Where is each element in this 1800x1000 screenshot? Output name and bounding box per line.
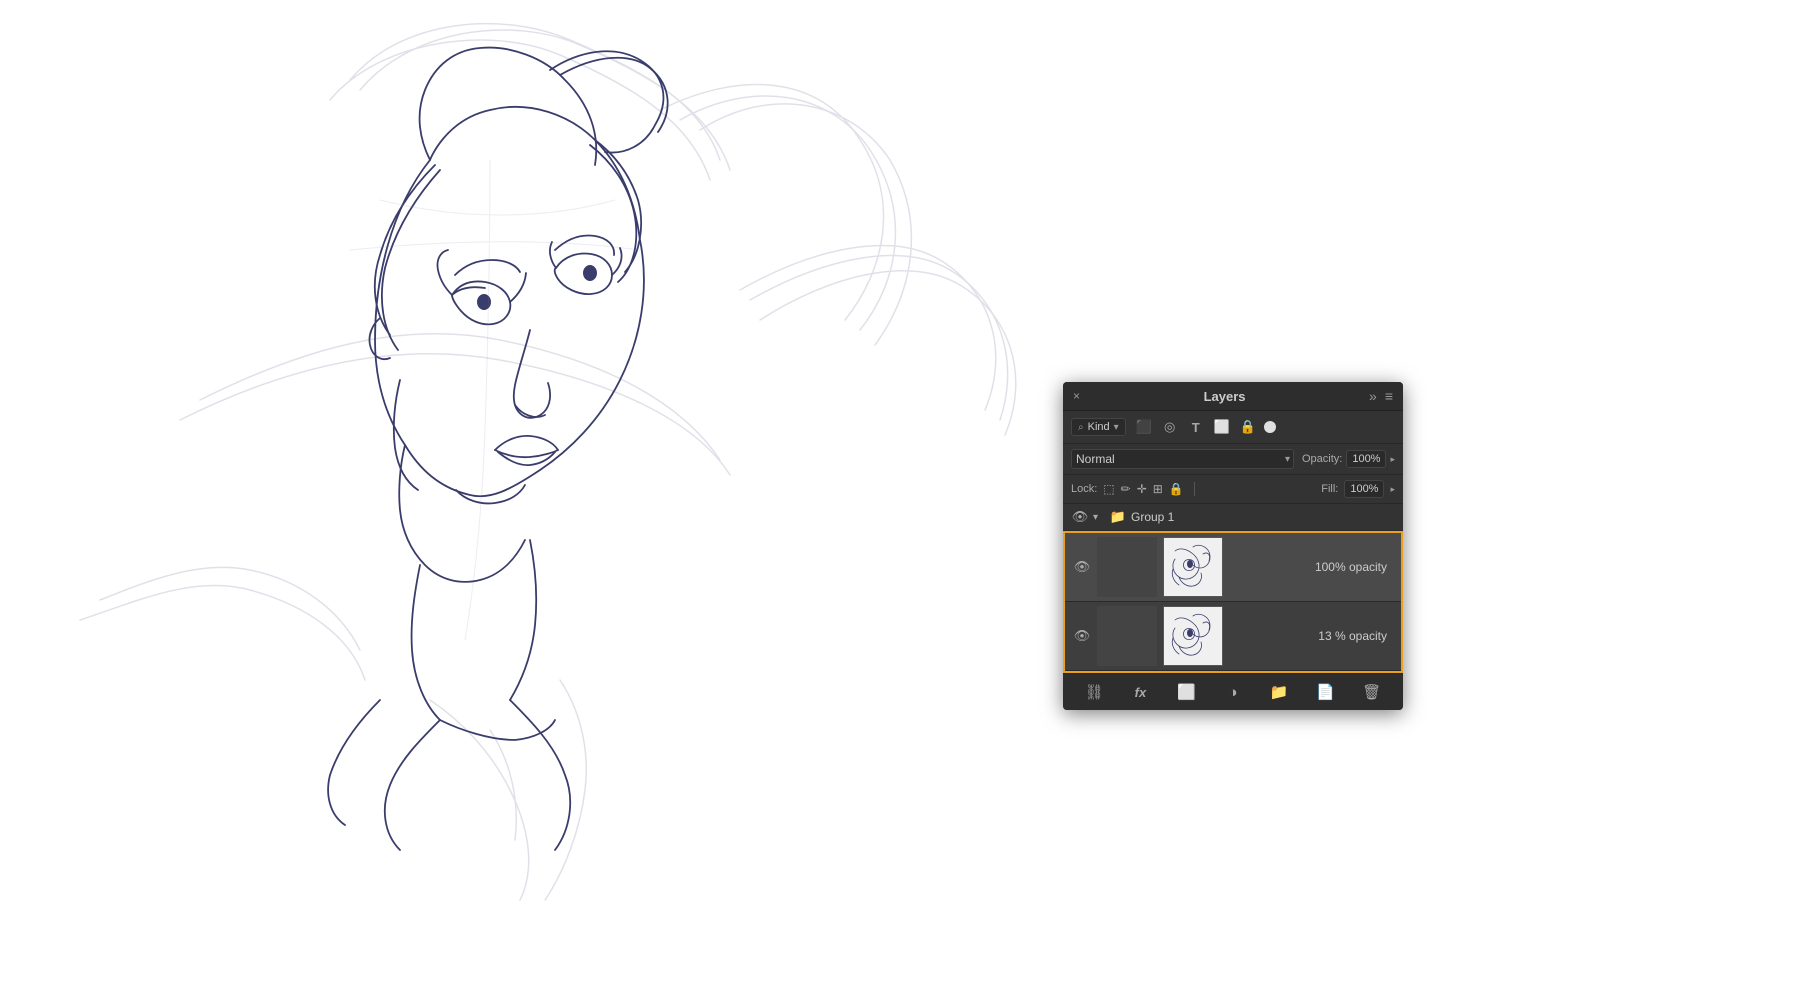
- lock-row: Lock: ⬚ ✏ ✛ ⊞ 🔒 Fill: 100% ▸: [1063, 475, 1403, 504]
- opacity-value[interactable]: 100%: [1346, 450, 1386, 468]
- blend-mode-row: Normal Multiply Screen Overlay Opacity: …: [1063, 444, 1403, 475]
- fill-label: Fill:: [1321, 483, 1338, 495]
- smart-filter-icon[interactable]: 🔒: [1238, 417, 1258, 437]
- type-filter-icon[interactable]: T: [1186, 417, 1206, 437]
- sketch-artwork: [0, 0, 1060, 1000]
- opacity-label: Opacity:: [1302, 453, 1342, 465]
- lock-all-icon[interactable]: 🔒: [1169, 482, 1184, 496]
- layer-item[interactable]: 👁 100% opacity: [1065, 533, 1401, 602]
- lock-move-icon[interactable]: ✛: [1137, 482, 1147, 496]
- filter-type-icons: ⬛ ◎ T ⬜ 🔒: [1134, 417, 1276, 437]
- filter-kind-label: Kind: [1088, 421, 1110, 433]
- panel-menu-button[interactable]: ≡: [1385, 388, 1393, 404]
- group-container: 👁 100% opacity 👁: [1063, 531, 1403, 673]
- group-name-label: Group 1: [1131, 510, 1395, 524]
- search-icon: ⌕: [1078, 422, 1084, 433]
- fill-arrow: ▸: [1390, 484, 1395, 495]
- layer2-thumbnail: [1163, 606, 1223, 666]
- delete-layer-icon[interactable]: 🗑: [1360, 680, 1384, 704]
- color-filter-circle[interactable]: [1264, 421, 1276, 433]
- group-folder-icon: 📁: [1109, 509, 1127, 525]
- lock-transparent-icon[interactable]: ⬚: [1103, 482, 1114, 496]
- panel-collapse-button[interactable]: »: [1369, 388, 1377, 404]
- layer2-visibility-icon[interactable]: 👁: [1073, 628, 1091, 644]
- panel-header: × Layers » ≡: [1063, 382, 1403, 411]
- link-layers-icon[interactable]: ⛓: [1082, 680, 1106, 704]
- blend-mode-select[interactable]: Normal Multiply Screen Overlay: [1071, 449, 1294, 469]
- panel-title: Layers: [1204, 389, 1246, 404]
- opacity-arrow: ▸: [1390, 454, 1395, 465]
- lock-paint-icon[interactable]: ✏: [1121, 482, 1131, 496]
- layer1-thumbnail: [1163, 537, 1223, 597]
- blend-mode-selector[interactable]: Normal Multiply Screen Overlay: [1071, 449, 1294, 469]
- group-visibility-icon[interactable]: 👁: [1071, 509, 1089, 525]
- shape-filter-icon[interactable]: ⬜: [1212, 417, 1232, 437]
- panel-header-controls: » ≡: [1369, 388, 1393, 404]
- layer2-bg-area: [1097, 606, 1157, 666]
- lock-artboard-icon[interactable]: ⊞: [1153, 482, 1163, 496]
- fx-icon[interactable]: fx: [1128, 680, 1152, 704]
- panel-footer: ⛓ fx ⬜ ◑ 📁 📄 🗑: [1063, 673, 1403, 710]
- group-expand-arrow[interactable]: ▾: [1093, 512, 1105, 523]
- canvas-area: [0, 0, 1800, 1000]
- fill-value[interactable]: 100%: [1344, 480, 1384, 498]
- layer2-opacity-label: 13 % opacity: [1229, 629, 1393, 643]
- lock-label: Lock:: [1071, 483, 1097, 495]
- adjustment-filter-icon[interactable]: ◎: [1160, 417, 1180, 437]
- filter-kind-arrow: ▾: [1114, 422, 1119, 433]
- layer1-visibility-icon[interactable]: 👁: [1073, 559, 1091, 575]
- filter-search-box[interactable]: ⌕ Kind ▾: [1071, 418, 1126, 436]
- layer1-bg-area: [1097, 537, 1157, 597]
- add-mask-icon[interactable]: ⬜: [1175, 680, 1199, 704]
- group-row[interactable]: 👁 ▾ 📁 Group 1: [1063, 504, 1403, 531]
- layer-list: 👁 ▾ 📁 Group 1 👁: [1063, 504, 1403, 673]
- panel-close-button[interactable]: ×: [1073, 389, 1080, 403]
- add-adjustment-icon[interactable]: ◑: [1221, 680, 1245, 704]
- layer-item[interactable]: 👁 13 % opacity: [1065, 602, 1401, 671]
- layer1-opacity-label: 100% opacity: [1229, 560, 1393, 574]
- filter-row: ⌕ Kind ▾ ⬛ ◎ T ⬜ 🔒: [1063, 411, 1403, 444]
- lock-icons: ⬚ ✏ ✛ ⊞ 🔒: [1103, 482, 1183, 496]
- pixel-filter-icon[interactable]: ⬛: [1134, 417, 1154, 437]
- new-group-icon[interactable]: 📁: [1267, 680, 1291, 704]
- layers-panel: × Layers » ≡ ⌕ Kind ▾ ⬛ ◎ T ⬜ 🔒 Normal M…: [1063, 382, 1403, 710]
- new-layer-icon[interactable]: 📄: [1314, 680, 1338, 704]
